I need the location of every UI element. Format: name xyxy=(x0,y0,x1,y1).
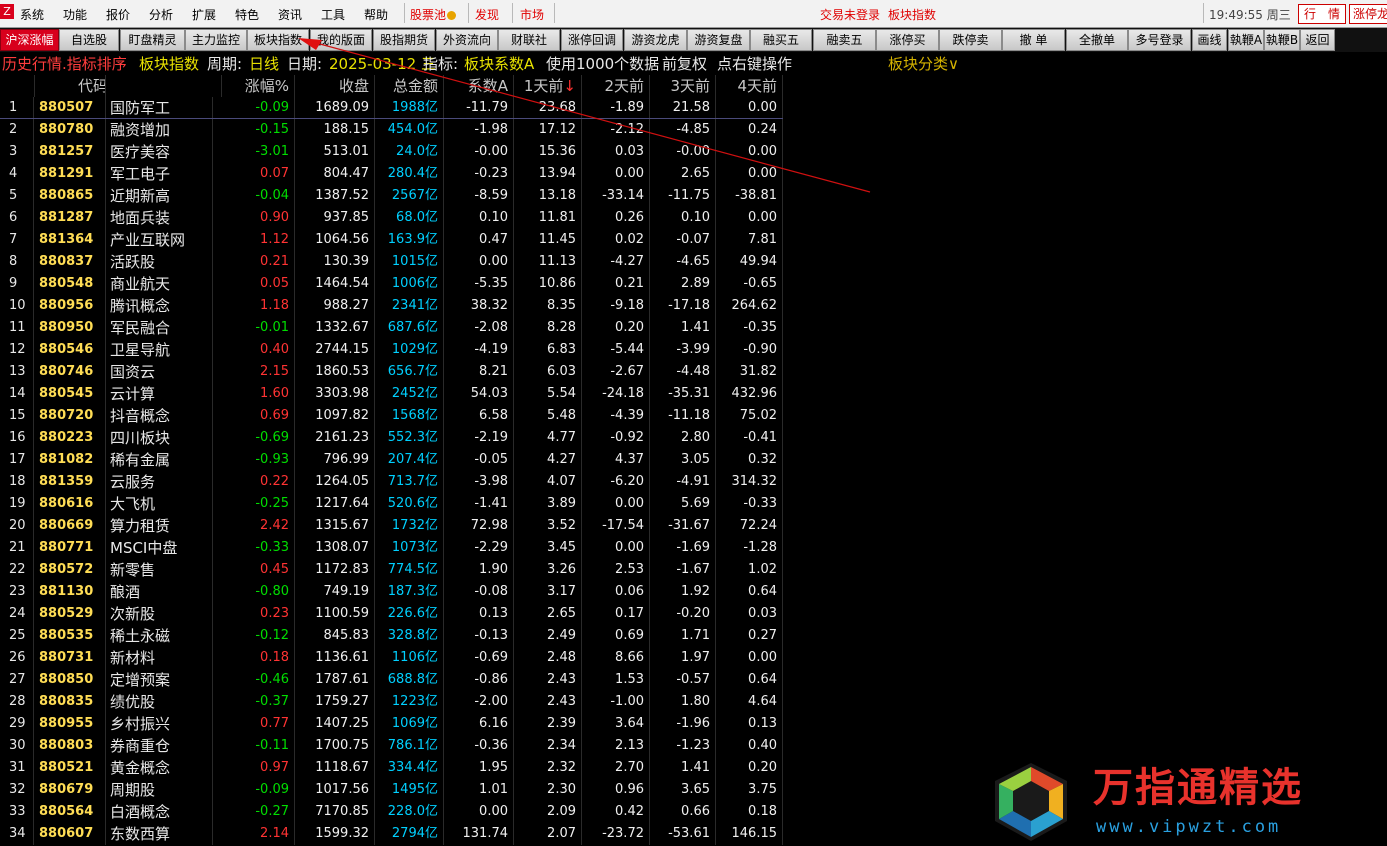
watermark-url: www.vipwzt.com xyxy=(1096,817,1282,837)
watermark-logo-icon xyxy=(995,763,1067,841)
annotation-arrow xyxy=(298,38,871,193)
watermark-title: 万指通精选 xyxy=(1093,765,1303,811)
watermark: 万指通精选 www.vipwzt.com xyxy=(985,757,1385,846)
